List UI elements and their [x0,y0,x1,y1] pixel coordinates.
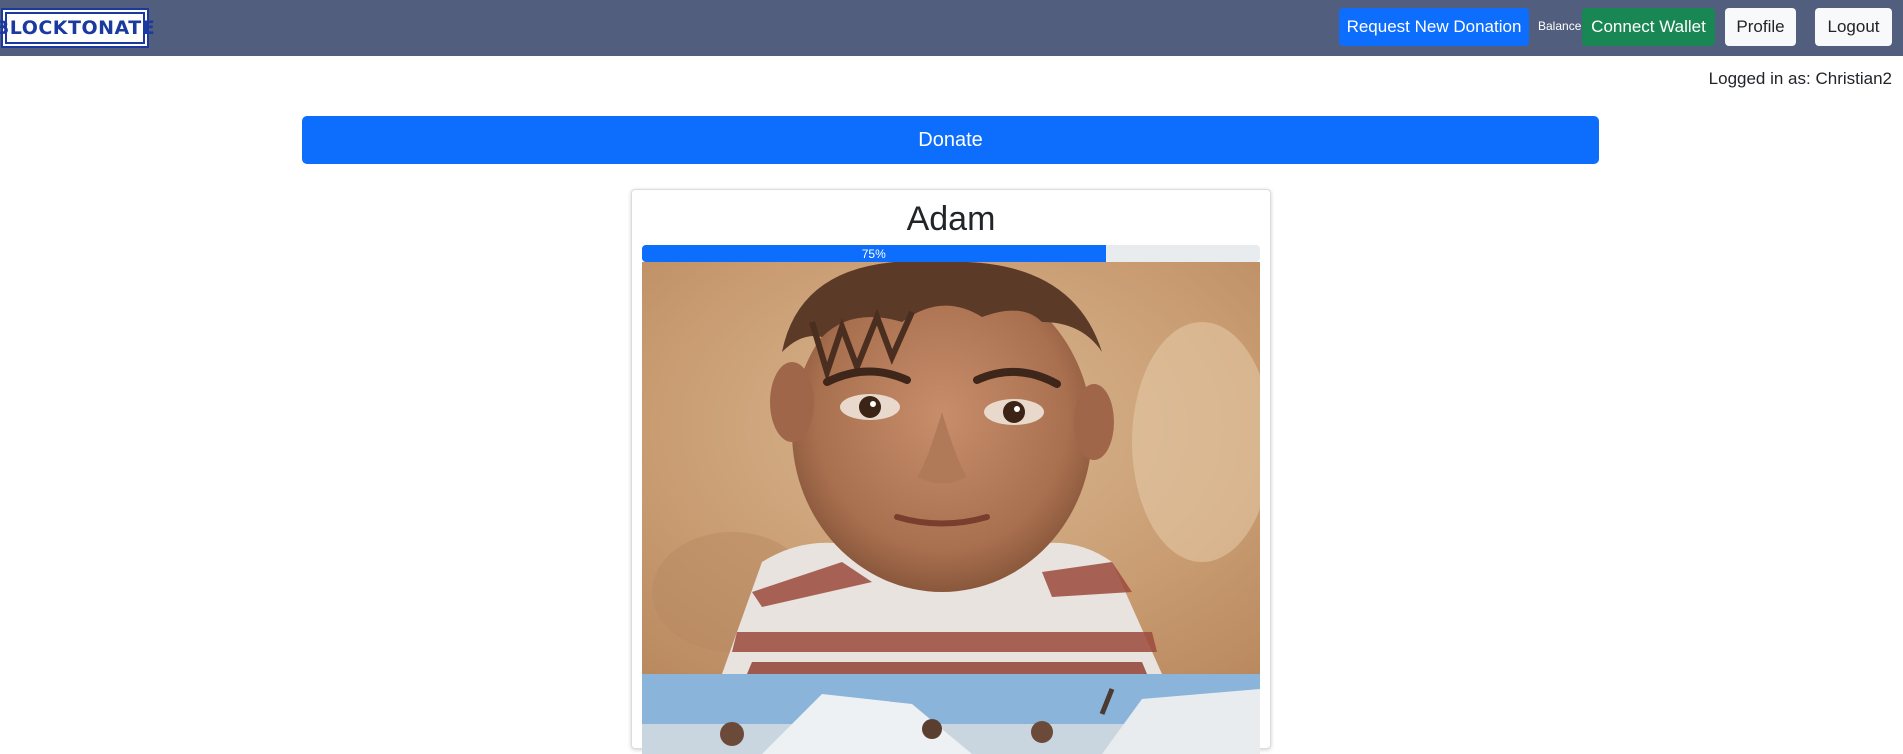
donate-button[interactable]: Donate [302,116,1599,164]
donation-progress: 75% [642,245,1260,262]
recipient-name: Adam [906,200,996,238]
progress-bar-fill: 75% [642,245,1106,262]
logged-in-status: Logged in as: Christian2 [1708,69,1892,88]
camp-scene-image [642,674,1260,754]
balance-label: Balance: [1538,19,1585,33]
top-navbar: BLOCKTONATE Request New Donation Balance… [0,0,1903,56]
profile-button[interactable]: Profile [1725,8,1796,46]
donation-card[interactable]: Adam 75% [631,189,1271,754]
connect-wallet-button[interactable]: Connect Wallet [1582,8,1715,46]
child-portrait-image [642,262,1260,674]
logo-text: BLOCKTONATE [0,12,155,44]
recipient-photo [642,262,1260,674]
logout-button[interactable]: Logout [1815,8,1892,46]
request-new-donation-button[interactable]: Request New Donation [1339,8,1529,46]
camp-photo [642,674,1260,754]
blocktonate-logo[interactable]: BLOCKTONATE [0,8,155,48]
